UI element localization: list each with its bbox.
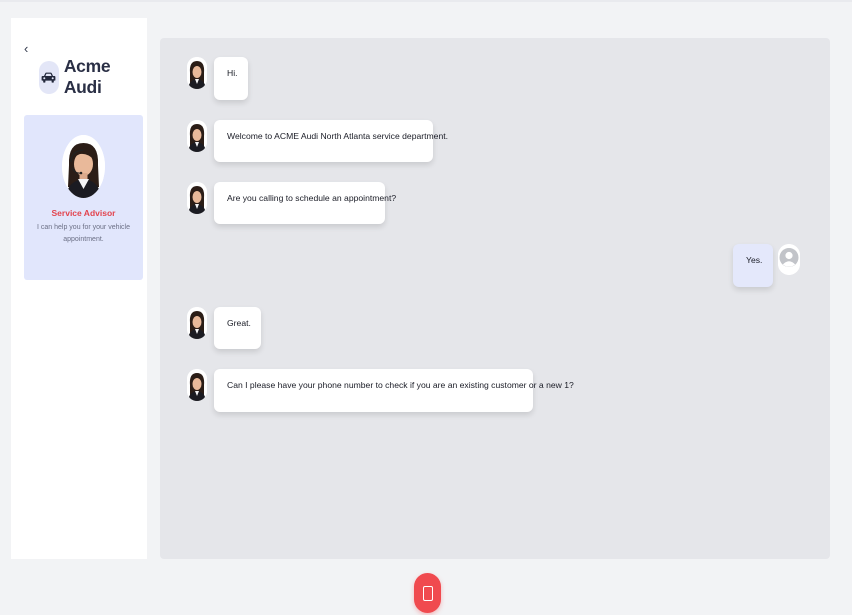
sidebar: ‹ Acme Audi Service Advisor I can help y… bbox=[11, 18, 147, 559]
agent-message-bubble: Hi. bbox=[214, 57, 248, 100]
brand: Acme Audi bbox=[39, 56, 147, 97]
end-call-button[interactable] bbox=[414, 573, 441, 613]
agent-card: Service Advisor I can help you for your … bbox=[24, 115, 143, 280]
chat-panel: Hi. Welcome to ACME Audi North Atlanta s… bbox=[160, 38, 830, 559]
agent-message-bubble: Are you calling to schedule an appointme… bbox=[214, 182, 396, 224]
back-icon[interactable]: ‹ bbox=[24, 42, 36, 56]
agent-message-avatar bbox=[187, 120, 207, 152]
agent-message-bubble: Welcome to ACME Audi North Atlanta servi… bbox=[214, 120, 448, 162]
user-avatar-icon bbox=[778, 244, 800, 275]
agent-message-bubble: Great. bbox=[214, 307, 261, 349]
agent-message-bubble: Can I please have your phone number to c… bbox=[214, 369, 574, 412]
agent-description: I can help you for your vehicle appointm… bbox=[37, 224, 130, 243]
agent-avatar bbox=[62, 135, 105, 198]
car-icon bbox=[39, 60, 59, 94]
agent-message-avatar bbox=[187, 307, 207, 339]
agent-message-avatar bbox=[187, 182, 207, 214]
phone-icon bbox=[422, 585, 433, 601]
agent-role: Service Advisor bbox=[51, 208, 116, 218]
agent-message-avatar bbox=[187, 57, 207, 89]
top-divider bbox=[0, 0, 852, 2]
user-message-bubble: Yes. bbox=[733, 244, 773, 287]
agent-message-avatar bbox=[187, 369, 207, 401]
brand-name: Acme Audi bbox=[63, 56, 111, 97]
